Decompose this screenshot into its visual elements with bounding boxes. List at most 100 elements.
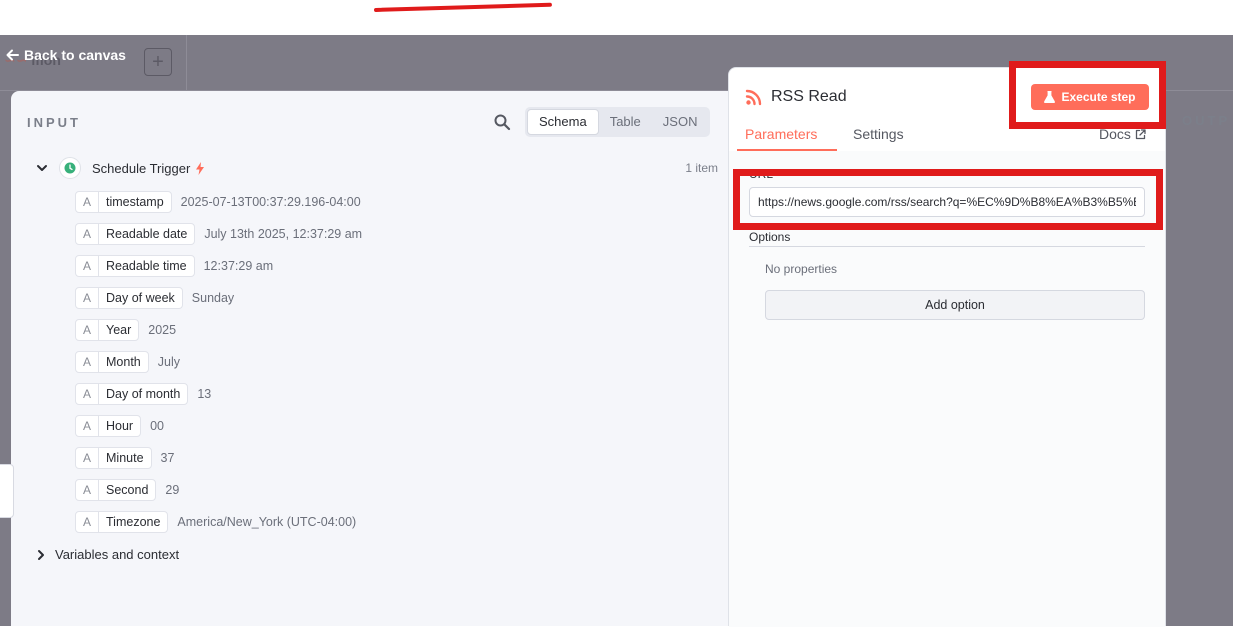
field-row: A Hour 00	[75, 414, 164, 438]
node-title[interactable]: RSS Read	[771, 88, 847, 106]
field-chip-hour[interactable]: A Hour	[75, 415, 142, 437]
node-header: RSS Read Execute step Parameters Setting…	[729, 68, 1165, 152]
field-value: July 13th 2025, 12:37:29 am	[204, 227, 363, 241]
view-mode-table[interactable]: Table	[599, 109, 652, 135]
node-tabs: Parameters Settings Docs	[729, 124, 1165, 152]
view-mode-json[interactable]: JSON	[652, 109, 709, 135]
tab-settings[interactable]: Settings	[853, 126, 904, 142]
field-value: 37	[160, 451, 175, 465]
field-key: Readable date	[106, 227, 188, 241]
string-type-icon: A	[76, 448, 99, 468]
field-value: Sunday	[191, 291, 235, 305]
top-bar	[0, 0, 1233, 35]
docs-label: Docs	[1099, 126, 1131, 142]
red-annotation-stroke	[373, 2, 552, 12]
options-label: Options	[749, 230, 791, 244]
field-chip-day-of-week[interactable]: A Day of week	[75, 287, 183, 309]
clock-icon	[59, 157, 81, 179]
add-option-button[interactable]: Add option	[765, 290, 1145, 320]
field-row: A Minute 37	[75, 446, 174, 470]
field-value: 29	[165, 483, 180, 497]
url-input[interactable]	[749, 187, 1145, 217]
field-key: Month	[106, 355, 141, 369]
execute-step-label: Execute step	[1061, 90, 1136, 104]
string-type-icon: A	[76, 512, 99, 532]
field-value: July	[157, 355, 180, 369]
back-to-canvas-label: Back to canvas	[24, 47, 126, 63]
trigger-name: Schedule Trigger	[92, 160, 191, 176]
options-divider	[749, 246, 1145, 247]
back-to-canvas-link[interactable]: Back to canvas	[6, 47, 126, 63]
field-chip-second[interactable]: A Second	[75, 479, 157, 501]
string-type-icon: A	[76, 384, 99, 404]
field-chip-readable-date[interactable]: A Readable date	[75, 223, 196, 245]
canvas-divider-vertical	[186, 35, 187, 91]
execute-step-button[interactable]: Execute step	[1031, 84, 1149, 110]
input-panel-title: INPUT	[27, 115, 81, 130]
field-chip-day-of-month[interactable]: A Day of month	[75, 383, 189, 405]
no-properties-text: No properties	[765, 262, 838, 276]
arrow-left-icon	[6, 49, 19, 61]
field-chip-year[interactable]: A Year	[75, 319, 140, 341]
string-type-icon: A	[76, 352, 99, 372]
field-row: A timestamp 2025-07-13T00:37:29.196-04:0…	[75, 190, 361, 214]
field-row: A Year 2025	[75, 318, 176, 342]
schedule-trigger-row[interactable]: Schedule Trigger 1 item	[35, 155, 718, 181]
string-type-icon: A	[76, 288, 99, 308]
string-type-icon: A	[76, 224, 99, 244]
field-key: Minute	[106, 451, 144, 465]
field-chip-month[interactable]: A Month	[75, 351, 149, 373]
field-key: Second	[106, 483, 149, 497]
field-key: Day of month	[106, 387, 181, 401]
field-key: Day of week	[106, 291, 175, 305]
string-type-icon: A	[76, 416, 99, 436]
field-value: 12:37:29 am	[203, 259, 274, 273]
field-key: Timezone	[106, 515, 161, 529]
field-value: 13	[197, 387, 212, 401]
field-chip-readable-time[interactable]: A Readable time	[75, 255, 195, 277]
docs-link[interactable]: Docs	[1099, 126, 1146, 142]
external-link-icon	[1135, 128, 1146, 139]
field-value: America/New_York (UTC-04:00)	[177, 515, 357, 529]
field-chip-minute[interactable]: A Minute	[75, 447, 152, 469]
chevron-right-icon[interactable]	[35, 549, 47, 561]
add-node-button[interactable]: +	[144, 48, 172, 76]
field-row: A Readable date July 13th 2025, 12:37:29…	[75, 222, 362, 246]
string-type-icon: A	[76, 192, 99, 212]
string-type-icon: A	[76, 480, 99, 500]
panel-resize-handle[interactable]	[0, 464, 14, 518]
field-row: A Day of month 13	[75, 382, 211, 406]
string-type-icon: A	[76, 256, 99, 276]
field-key: timestamp	[106, 195, 164, 209]
field-row: A Day of week Sunday	[75, 286, 234, 310]
chevron-down-icon[interactable]	[35, 161, 49, 175]
input-panel: INPUT Schema Table JSON Schedule Trigger…	[11, 91, 739, 626]
view-mode-switcher: Schema Table JSON	[525, 107, 711, 137]
field-row: A Month July	[75, 350, 180, 374]
field-chip-timestamp[interactable]: A timestamp	[75, 191, 172, 213]
field-key: Readable time	[106, 259, 187, 273]
field-value: 2025	[148, 323, 177, 337]
field-value: 2025-07-13T00:37:29.196-04:00	[180, 195, 361, 209]
field-row: A Timezone America/New_York (UTC-04:00)	[75, 510, 356, 534]
field-key: Hour	[106, 419, 134, 433]
view-mode-schema[interactable]: Schema	[527, 109, 599, 135]
field-row: A Readable time 12:37:29 am	[75, 254, 273, 278]
output-panel-title: OUTP	[1182, 113, 1231, 128]
parameters-form: URL Options No properties Add option	[729, 151, 1165, 627]
field-value: 00	[150, 419, 164, 433]
tab-parameters[interactable]: Parameters	[745, 126, 817, 142]
search-icon[interactable]	[493, 113, 511, 131]
node-settings-panel: RSS Read Execute step Parameters Setting…	[728, 67, 1166, 627]
string-type-icon: A	[76, 320, 99, 340]
flask-icon	[1044, 91, 1056, 103]
item-count: 1 item	[685, 161, 718, 175]
variables-and-context-row[interactable]: Variables and context	[35, 547, 179, 562]
rss-icon	[745, 89, 762, 106]
field-row: A Second 29	[75, 478, 179, 502]
field-chip-timezone[interactable]: A Timezone	[75, 511, 169, 533]
url-field-label: URL	[749, 167, 774, 181]
lightning-bolt-icon	[196, 161, 205, 175]
variables-and-context-label: Variables and context	[55, 547, 180, 562]
field-key: Year	[106, 323, 132, 337]
